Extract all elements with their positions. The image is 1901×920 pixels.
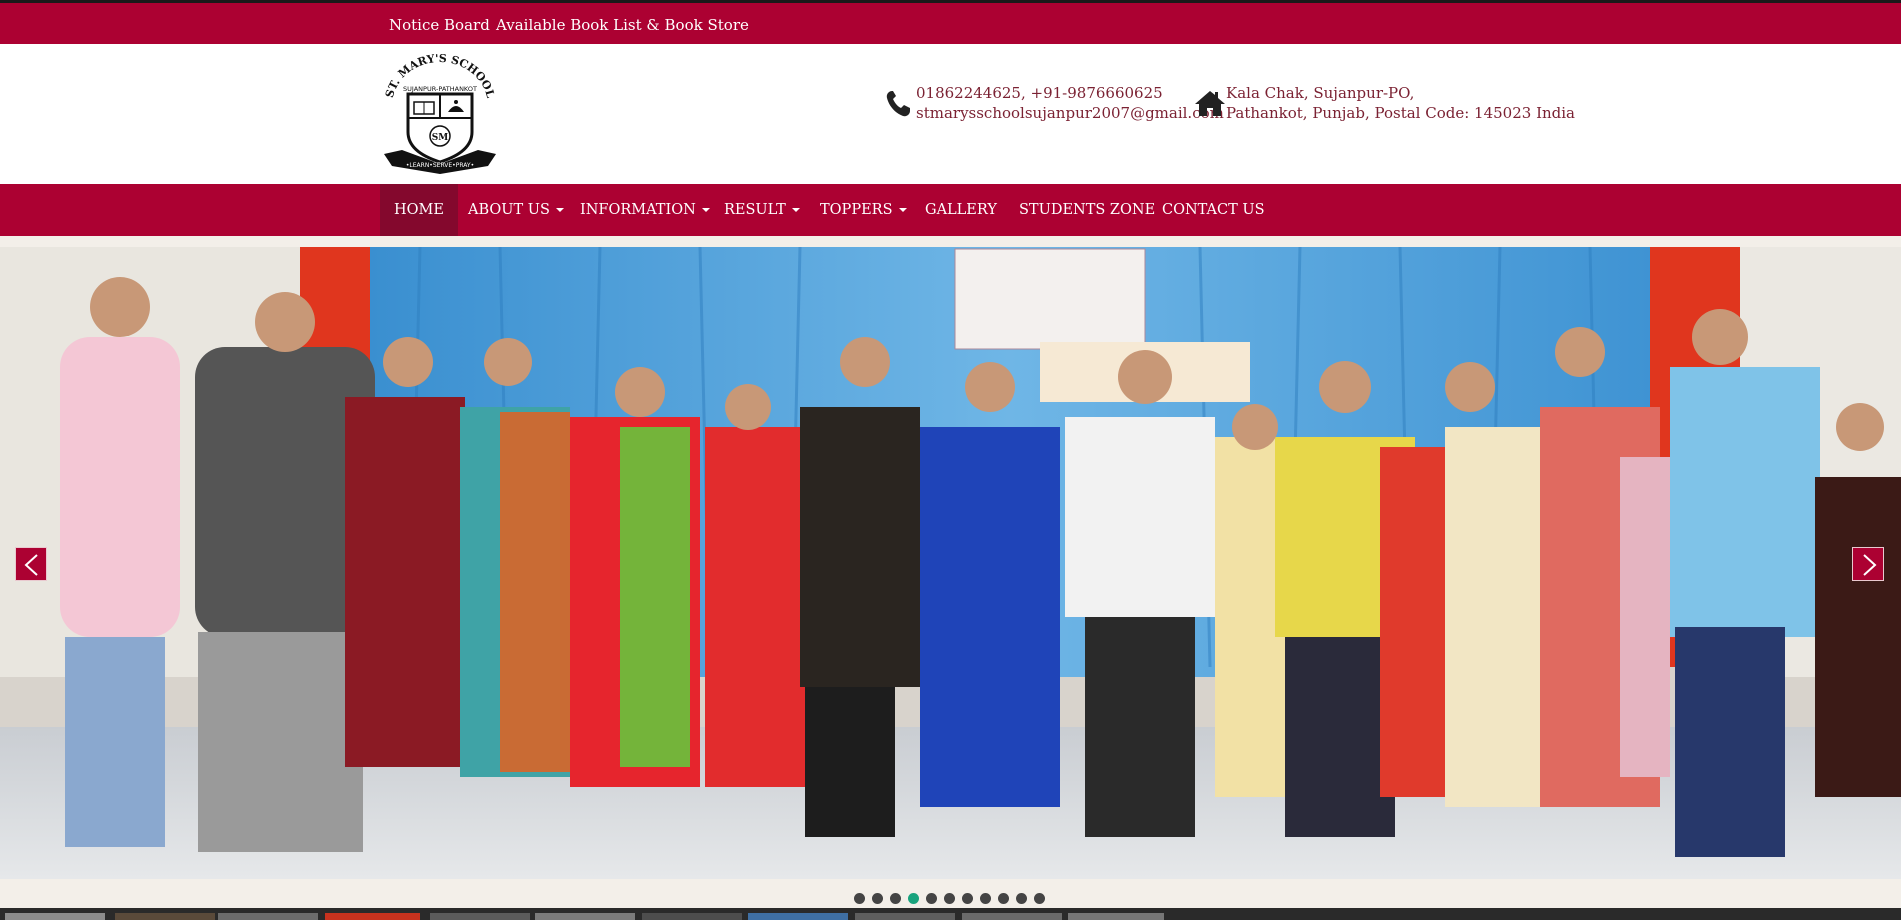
address-line-1: Kala Chak, Sujanpur-PO, <box>1226 84 1415 102</box>
nav-contact-us-label: CONTACT US <box>1162 202 1265 218</box>
thumbnail[interactable] <box>535 913 635 920</box>
contact-address-block: Kala Chak, Sujanpur-PO, Pathankot, Punja… <box>1195 83 1575 123</box>
nav-about-us-label: ABOUT US <box>468 202 550 218</box>
nav-students-zone-label: STUDENTS ZONE <box>1019 202 1156 218</box>
nav-home[interactable]: HOME <box>380 184 458 236</box>
slider-dot[interactable] <box>998 893 1009 904</box>
nav-about-us[interactable]: ABOUT US <box>454 184 578 236</box>
slider-dot[interactable] <box>854 893 865 904</box>
chevron-left-icon <box>24 554 38 576</box>
hero-slider <box>0 247 1901 879</box>
thumbnail-strip <box>0 908 1901 920</box>
contact-phone-block: 01862244625, +91-9876660625 stmarysschoo… <box>886 83 1224 123</box>
phone-numbers[interactable]: 01862244625, +91-9876660625 <box>916 83 1224 103</box>
thumbnail[interactable] <box>430 913 530 920</box>
slider-dot[interactable] <box>944 893 955 904</box>
slider-dot[interactable] <box>1016 893 1027 904</box>
home-icon <box>1194 89 1226 122</box>
slider-dot[interactable] <box>980 893 991 904</box>
thumbnail[interactable] <box>325 913 420 920</box>
book-list-link[interactable]: Available Book List & Book Store <box>496 16 749 34</box>
slider-dot[interactable] <box>926 893 937 904</box>
slider-dot[interactable] <box>962 893 973 904</box>
nav-gallery[interactable]: GALLERY <box>911 184 1011 236</box>
logo-motto: •LEARN•SERVE•PRAY• <box>406 162 474 169</box>
school-logo[interactable]: ST. MARY'S SCHOOL SUJANPUR-PATHANKOT SM … <box>378 52 502 176</box>
notice-board-link[interactable]: Notice Board <box>389 16 490 34</box>
address-line-2: Pathankot, Punjab, Postal Code: 145023 I… <box>1226 104 1575 122</box>
nav-information[interactable]: INFORMATION <box>566 184 724 236</box>
school-crest-icon: ST. MARY'S SCHOOL SUJANPUR-PATHANKOT SM … <box>383 52 497 174</box>
email-address[interactable]: stmarysschoolsujanpur2007@gmail.com <box>916 103 1224 123</box>
slider-next-button[interactable] <box>1852 547 1884 581</box>
nav-students-zone[interactable]: STUDENTS ZONE <box>1005 184 1169 236</box>
top-bar: Notice Board Available Book List & Book … <box>0 0 1901 44</box>
nav-gallery-label: GALLERY <box>925 202 997 218</box>
caret-down-icon <box>701 208 710 212</box>
slider-dot[interactable] <box>872 893 883 904</box>
nav-home-label: HOME <box>394 202 444 218</box>
nav-toppers-label: TOPPERS <box>820 202 893 218</box>
nav-result-label: RESULT <box>724 202 786 218</box>
caret-down-icon <box>555 208 564 212</box>
slide-image <box>0 247 1901 879</box>
caret-down-icon <box>791 208 800 212</box>
caret-down-icon <box>898 208 907 212</box>
nav-information-label: INFORMATION <box>580 202 696 218</box>
thumbnail[interactable] <box>748 913 848 920</box>
thumbnail[interactable] <box>5 913 105 920</box>
nav-toppers[interactable]: TOPPERS <box>806 184 921 236</box>
nav-contact-us[interactable]: CONTACT US <box>1148 184 1279 236</box>
chevron-right-icon <box>1863 554 1877 576</box>
thumbnail[interactable] <box>642 913 742 920</box>
thumbnail[interactable] <box>1068 913 1164 920</box>
logo-sub-text: SUJANPUR-PATHANKOT <box>403 85 477 93</box>
thumbnail[interactable] <box>115 913 215 920</box>
site-header: ST. MARY'S SCHOOL SUJANPUR-PATHANKOT SM … <box>0 44 1901 184</box>
main-nav: HOME ABOUT US INFORMATION RESULT TOPPERS… <box>0 184 1901 236</box>
slider-dot[interactable] <box>908 893 919 904</box>
thumbnail[interactable] <box>218 913 318 920</box>
thumbnail[interactable] <box>962 913 1062 920</box>
slider-prev-button[interactable] <box>15 547 47 581</box>
thumbnail[interactable] <box>855 913 955 920</box>
phone-icon <box>884 89 912 124</box>
slider-dot[interactable] <box>890 893 901 904</box>
svg-text:SM: SM <box>432 133 448 143</box>
slider-dot[interactable] <box>1034 893 1045 904</box>
nav-result[interactable]: RESULT <box>710 184 814 236</box>
